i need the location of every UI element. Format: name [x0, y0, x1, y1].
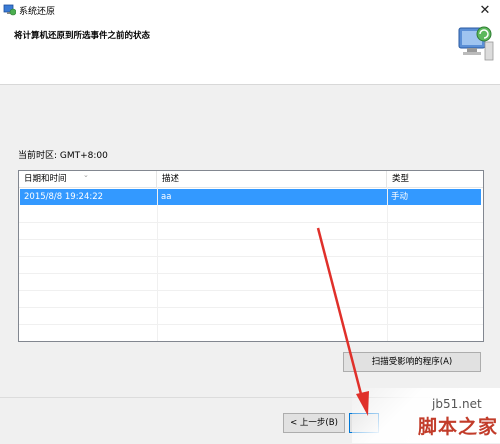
grid-line — [19, 256, 483, 257]
window-title: 系统还原 — [19, 7, 56, 17]
table-row[interactable]: 2015/8/8 19:24:22 aa 手动 — [20, 189, 481, 205]
close-icon: ✕ — [479, 2, 491, 18]
cell-type: 手动 — [391, 192, 409, 202]
watermark-site: jb51.net — [432, 397, 482, 411]
column-header-label: 类型 — [392, 174, 410, 184]
grid-line — [19, 239, 483, 240]
sort-arrow-icon: ⌄ — [83, 171, 89, 179]
timezone-label: 当前时区: GMT+8:00 — [18, 151, 108, 161]
column-header-label: 日期和时间 — [24, 174, 67, 184]
grid-line — [19, 290, 483, 291]
restore-points-list[interactable]: 日期和时间 ⌄ 描述 类型 2015/8/8 19:24:22 aa 手动 — [18, 170, 484, 342]
scan-affected-programs-button[interactable]: 扫描受影响的程序(A) — [343, 352, 481, 372]
list-header: 日期和时间 ⌄ 描述 类型 — [19, 171, 483, 188]
wizard-header: 将计算机还原到所选事件之前的状态 — [0, 20, 500, 85]
grid-line — [157, 187, 158, 341]
column-header-type[interactable]: 类型 — [387, 171, 483, 187]
column-header-description[interactable]: 描述 — [157, 171, 387, 187]
system-restore-icon — [3, 4, 16, 16]
column-header-datetime[interactable]: 日期和时间 ⌄ — [19, 171, 157, 187]
cell-datetime: 2015/8/8 19:24:22 — [24, 192, 104, 202]
grid-line — [19, 222, 483, 223]
title-bar: 系统还原 ✕ — [0, 0, 500, 20]
cell-description: aa — [161, 192, 172, 202]
grid-line — [19, 307, 483, 308]
header-description: 将计算机还原到所选事件之前的状态 — [14, 31, 151, 41]
restore-computer-icon — [458, 26, 494, 61]
grid-line — [19, 273, 483, 274]
grid-line — [19, 324, 483, 325]
back-button[interactable]: < 上一步(B) — [283, 413, 345, 433]
watermark-name: 脚本之家 — [418, 416, 499, 438]
close-button[interactable]: ✕ — [474, 2, 496, 18]
grid-line — [387, 187, 388, 341]
column-header-label: 描述 — [162, 174, 180, 184]
